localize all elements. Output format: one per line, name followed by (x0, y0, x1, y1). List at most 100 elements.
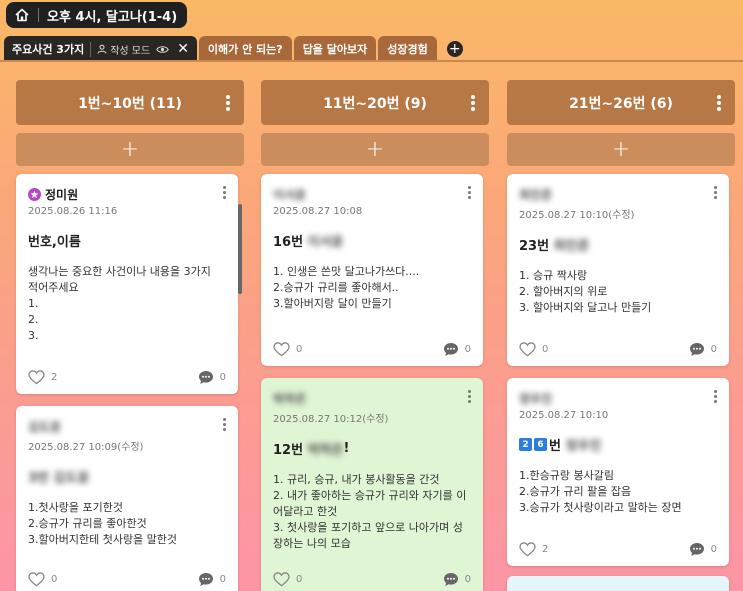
like-button[interactable]: 2 (28, 369, 57, 385)
title-number: 12번 (273, 443, 304, 458)
post-footer: 0 0 (273, 570, 471, 588)
add-card-button[interactable]: + (16, 133, 244, 166)
tab-not-understood[interactable]: 이해가 안 되는? (198, 36, 292, 62)
comment-button[interactable]: 0 (443, 342, 471, 357)
post-body: 생각나는 중요한 사건이나 내용을 3가지 적어주세요 1. 2. 3. (28, 265, 211, 342)
like-button[interactable]: 2 (519, 541, 549, 557)
comment-icon (689, 342, 704, 356)
post-card[interactable]: 김도윤 2025.08.27 10:09(수정) 3번 김도윤 1.첫사랑을 포… (16, 406, 238, 591)
post-body: 1. 승규 짝사랑 2. 할아버지의 위로 3. 할아버지와 달고나 만들기 (519, 269, 652, 314)
post-body: 1. 규리, 승규, 내가 봉사활동을 간것 2. 내가 좋아하는 승규가 규리… (273, 473, 467, 550)
star-badge-icon (28, 187, 41, 201)
more-vert-icon[interactable] (468, 390, 471, 403)
comment-button[interactable]: 0 (689, 542, 717, 557)
post-card[interactable]: 이서윤 2025.08.27 10:08 16번 이서윤 1. 인생은 쓴맛 달… (261, 174, 483, 366)
post-card[interactable]: 박하은 2025.08.27 10:12(수정) 12번 박하은! 1. 규리,… (261, 378, 483, 591)
post-footer: 2 0 (28, 368, 226, 386)
comment-icon (198, 572, 213, 586)
more-vert-icon[interactable] (226, 95, 230, 111)
tab-answer[interactable]: 답을 달아보자 (293, 36, 377, 62)
divider (38, 8, 39, 22)
post-author: 정미원 (28, 186, 226, 202)
title-number: 16번 (273, 235, 304, 250)
comment-icon (443, 572, 458, 586)
author-name: 최민준 (519, 187, 553, 202)
tab-label: 이해가 안 되는? (207, 43, 283, 56)
comment-button[interactable]: 0 (198, 572, 226, 587)
add-card-button[interactable]: + (261, 133, 489, 166)
more-vert-icon[interactable] (468, 186, 471, 199)
comment-button[interactable]: 0 (689, 342, 717, 357)
scrollbar[interactable] (238, 204, 242, 294)
title-name: 이서윤 (307, 235, 344, 250)
add-card-button[interactable]: + (507, 133, 735, 166)
like-count: 0 (51, 573, 58, 585)
column-header: 1번~10번 (11) (16, 80, 244, 125)
like-count: 0 (296, 343, 303, 355)
comment-count: 0 (710, 343, 717, 355)
tab-label: 성장경험 (387, 43, 428, 56)
post-card[interactable] (507, 576, 729, 591)
post-body: 1.첫사랑을 포기한것 2.승규가 규리를 좋아한것 3.할아버지한테 첫사랑을… (28, 501, 178, 546)
comment-count: 0 (464, 343, 471, 355)
title-number: 번 (549, 439, 561, 454)
post-card[interactable]: 최민준 2025.08.27 10:10(수정) 23번 최민준 1. 승규 짝… (507, 174, 729, 366)
comment-count: 0 (219, 371, 226, 383)
board-title: 오후 4시, 달고나(1-4) (47, 9, 178, 25)
more-vert-icon[interactable] (223, 186, 226, 199)
post-title: 3번 김도윤 (28, 467, 226, 486)
post-title: 번호,이름 (28, 235, 81, 250)
like-button[interactable]: 0 (273, 571, 303, 587)
heart-icon (273, 341, 290, 356)
like-button[interactable]: 0 (519, 341, 548, 357)
post-date: 2025.08.27 10:08 (273, 206, 363, 217)
post-title: 2 6 번 정우진 (519, 435, 717, 454)
post-footer: 0 0 (519, 340, 717, 358)
post-date: 2025.08.27 10:10 (519, 410, 609, 421)
heart-icon (28, 369, 45, 384)
more-vert-icon[interactable] (714, 390, 717, 403)
like-button[interactable]: 0 (28, 571, 58, 587)
add-tab-button[interactable]: + (446, 41, 463, 57)
more-vert-icon[interactable] (223, 418, 226, 431)
home-icon[interactable] (14, 7, 30, 23)
eye-icon[interactable] (156, 45, 169, 54)
comment-icon (198, 370, 213, 384)
number-badge: 6 (534, 438, 547, 451)
more-vert-icon[interactable] (714, 186, 717, 199)
title-suffix: ! (343, 441, 350, 456)
column-2: 11번~20번 (9) + 이서윤 2025.08.27 10:08 16번 이… (261, 80, 489, 591)
column-header: 11번~20번 (9) (261, 80, 489, 125)
close-icon[interactable]: ✕ (177, 41, 189, 57)
author-name: 정미원 (45, 187, 79, 202)
like-button[interactable]: 0 (273, 341, 303, 357)
title-name: 박하은 (307, 443, 344, 458)
comment-button[interactable]: 0 (443, 572, 471, 587)
post-footer: 0 0 (28, 570, 226, 588)
post-footer: 0 0 (273, 340, 471, 358)
comment-count: 0 (219, 573, 226, 585)
title-text: 3번 김도윤 (28, 471, 90, 486)
number-badge: 2 (519, 438, 532, 451)
column-title: 1번~10번 (11) (78, 95, 182, 112)
author-name: 김도윤 (28, 419, 62, 434)
comment-button[interactable]: 0 (198, 370, 226, 385)
tab-growth[interactable]: 성장경험 (378, 36, 437, 62)
post-author: 이서윤 (273, 186, 471, 202)
like-count: 0 (296, 573, 303, 585)
edit-mode-toggle[interactable]: 작성 모드 (90, 41, 151, 57)
column-header: 21번~26번 (6) (507, 80, 735, 125)
title-number: 23번 (519, 239, 550, 254)
like-count: 2 (542, 543, 549, 555)
post-card[interactable]: 정미원 2025.08.26 11:16 번호,이름 생각나는 중요한 사건이나… (16, 174, 242, 394)
more-vert-icon[interactable] (471, 95, 475, 111)
post-date: 2025.08.27 10:10(수정) (519, 210, 635, 221)
post-title: 16번 이서윤 (273, 231, 471, 250)
title-name: 최민준 (553, 239, 590, 254)
post-date: 2025.08.26 11:16 (28, 206, 118, 217)
edit-mode-label: 작성 모드 (110, 45, 151, 57)
post-author: 최민준 (519, 186, 717, 202)
post-card[interactable]: 정우진 2025.08.27 10:10 2 6 번 정우진 1.한승규랑 봉사… (507, 378, 729, 566)
tab-main-events[interactable]: 주요사건 3가지 작성 모드 ✕ (4, 36, 197, 62)
more-vert-icon[interactable] (717, 95, 721, 111)
